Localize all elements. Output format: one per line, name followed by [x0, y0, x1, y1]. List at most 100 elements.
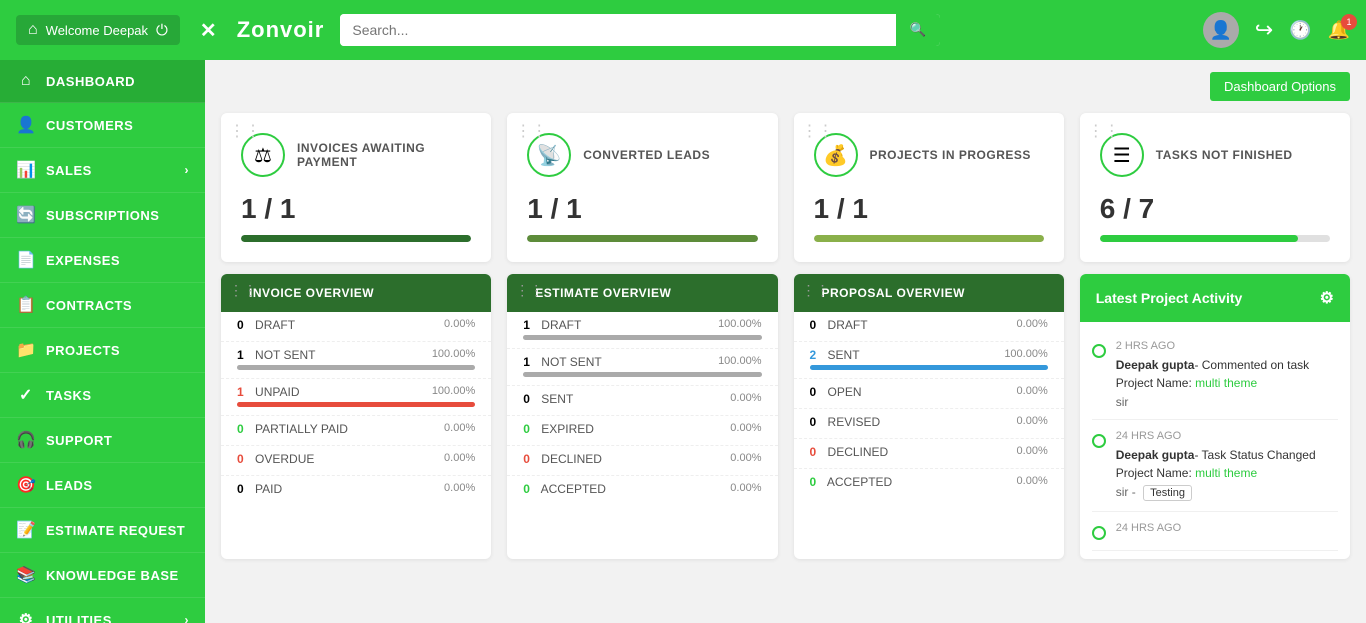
dashboard-options-button[interactable]: Dashboard Options: [1210, 72, 1350, 101]
sidebar-item-estimate[interactable]: 📝 ESTIMATE REQUEST: [0, 508, 205, 553]
clock-icon[interactable]: 🕐: [1289, 20, 1311, 41]
sidebar-label-expenses: EXPENSES: [46, 253, 120, 268]
invoice-overview-card: ⋮⋮ Invoice Overview 0 DRAFT 0.00% 1: [221, 274, 491, 559]
sidebar-label-sales: SALES: [46, 163, 92, 178]
top-navigation: ⌂ Welcome Deepak ⏻ ✕ Zonvoir 🔍 👤 ↪ 🕐 🔔 1: [0, 0, 1366, 60]
activity-settings-icon[interactable]: ⚙: [1320, 288, 1334, 308]
drag-handle-invoices[interactable]: ⋮⋮: [229, 121, 261, 141]
activity-item: 2 HRS AGO Deepak gupta- Commented on tas…: [1092, 330, 1338, 420]
dashboard-options-bar: Dashboard Options: [205, 60, 1366, 101]
knowledge-icon: 📚: [16, 565, 36, 585]
sidebar-item-customers[interactable]: 👤 CUSTOMERS: [0, 103, 205, 148]
projects-icon: 📁: [16, 340, 36, 360]
stat-card-invoices: ⋮⋮ ⚖ INVOICES AWAITING PAYMENT 1 / 1: [221, 113, 491, 262]
utilities-arrow-icon: ›: [185, 613, 190, 623]
sidebar-item-expenses[interactable]: 📄 EXPENSES: [0, 238, 205, 283]
sales-icon: 📊: [16, 160, 36, 180]
search-button[interactable]: 🔍: [896, 14, 941, 46]
overview-row-item: 0 ACCEPTED 0.00%: [507, 476, 777, 505]
tasks-bar: [1100, 235, 1330, 242]
sidebar-item-dashboard[interactable]: ⌂ DASHBOARD: [0, 60, 205, 103]
drag-handle-estimate[interactable]: ⋮⋮: [515, 282, 543, 299]
sidebar-label-projects: PROJECTS: [46, 343, 120, 358]
sidebar-item-knowledge[interactable]: 📚 KNOWLEDGE BASE: [0, 553, 205, 598]
drag-handle-invoice[interactable]: ⋮⋮: [229, 282, 257, 299]
sidebar-label-tasks: TASKS: [46, 388, 92, 403]
overview-row-item: 0 DECLINED 0.00%: [794, 439, 1064, 469]
drag-handle-proposal[interactable]: ⋮⋮: [802, 282, 830, 299]
overview-row-item: 1 NOT SENT 100.00%: [221, 342, 491, 379]
activity-content: 24 HRS AGO: [1116, 522, 1338, 540]
brand-name: Zonvoir: [237, 17, 325, 43]
sidebar-label-estimate: ESTIMATE REQUEST: [46, 523, 185, 538]
tasks-label: TASKS NOT FINISHED: [1156, 148, 1293, 162]
sidebar-label-utilities: UTILITIES: [46, 613, 112, 623]
search-icon: 🔍: [910, 22, 927, 37]
projects-bar: [814, 235, 1044, 242]
sales-arrow-icon: ›: [185, 163, 190, 177]
main-content: Dashboard Options ⋮⋮ ⚖ INVOICES AWAITING…: [205, 60, 1366, 623]
drag-handle-leads[interactable]: ⋮⋮: [515, 121, 547, 141]
overview-row-item: 0 SENT 0.00%: [507, 386, 777, 416]
close-icon[interactable]: ✕: [200, 18, 217, 43]
activity-time: 24 HRS AGO: [1116, 430, 1338, 442]
leads-value: 1 / 1: [527, 193, 757, 225]
sidebar-label-customers: CUSTOMERS: [46, 118, 133, 133]
activity-title: Latest Project Activity: [1096, 290, 1243, 306]
project-link[interactable]: multi theme: [1195, 466, 1257, 480]
sidebar-item-tasks[interactable]: ✓ TASKS: [0, 373, 205, 418]
sidebar-label-support: SUPPORT: [46, 433, 112, 448]
overview-row-item: 0 ACCEPTED 0.00%: [794, 469, 1064, 498]
activity-time: 2 HRS AGO: [1116, 340, 1338, 352]
sidebar-item-subscriptions[interactable]: 🔄 SUBSCRIPTIONS: [0, 193, 205, 238]
sidebar-label-contracts: CONTRACTS: [46, 298, 132, 313]
overview-row-item: 0 DECLINED 0.00%: [507, 446, 777, 476]
invoice-rows: 0 DRAFT 0.00% 1 NOT SENT 100.00%: [221, 312, 491, 505]
activity-list: 2 HRS AGO Deepak gupta- Commented on tas…: [1080, 322, 1350, 559]
project-link[interactable]: multi theme: [1195, 376, 1257, 390]
welcome-section[interactable]: ⌂ Welcome Deepak ⏻: [16, 15, 180, 45]
proposal-rows: 0 DRAFT 0.00% 2 SENT 100.00%: [794, 312, 1064, 498]
estimate-rows: 1 DRAFT 100.00% 1 NOT SENT 100.00%: [507, 312, 777, 505]
sidebar-item-projects[interactable]: 📁 PROJECTS: [0, 328, 205, 373]
contracts-icon: 📋: [16, 295, 36, 315]
search-input[interactable]: [340, 14, 895, 46]
sidebar-item-leads[interactable]: 🎯 LEADS: [0, 463, 205, 508]
expenses-icon: 📄: [16, 250, 36, 270]
projects-value: 1 / 1: [814, 193, 1044, 225]
overview-row-item: 0 EXPIRED 0.00%: [507, 416, 777, 446]
overview-row-item: 0 OVERDUE 0.00%: [221, 446, 491, 476]
sidebar-item-contracts[interactable]: 📋 CONTRACTS: [0, 283, 205, 328]
overview-row-item: 0 PARTIALLY PAID 0.00%: [221, 416, 491, 446]
tasks-icon: ✓: [16, 385, 36, 405]
search-bar: 🔍: [340, 14, 940, 46]
nav-icons: 👤 ↪ 🕐 🔔 1: [1203, 12, 1350, 48]
sidebar-item-utilities[interactable]: ⚙ UTILITIES ›: [0, 598, 205, 623]
sidebar-item-support[interactable]: 🎧 SUPPORT: [0, 418, 205, 463]
leads-icon: 🎯: [16, 475, 36, 495]
activity-content: 24 HRS AGO Deepak gupta- Task Status Cha…: [1116, 430, 1338, 501]
projects-label: PROJECTS IN PROGRESS: [870, 148, 1031, 162]
avatar[interactable]: 👤: [1203, 12, 1239, 48]
customers-icon: 👤: [16, 115, 36, 135]
home-icon: ⌂: [28, 21, 38, 39]
sidebar-item-sales[interactable]: 📊 SALES ›: [0, 148, 205, 193]
support-icon: 🎧: [16, 430, 36, 450]
welcome-label: Welcome Deepak: [46, 23, 148, 38]
drag-handle-tasks[interactable]: ⋮⋮: [1088, 121, 1120, 141]
power-icon[interactable]: ⏻: [156, 22, 168, 39]
overview-row-item: 0 REVISED 0.00%: [794, 409, 1064, 439]
leads-bar: [527, 235, 757, 242]
estimate-icon: 📝: [16, 520, 36, 540]
drag-handle-projects[interactable]: ⋮⋮: [802, 121, 834, 141]
overview-row-item: 1 DRAFT 100.00%: [507, 312, 777, 349]
activity-item: 24 HRS AGO Deepak gupta- Task Status Cha…: [1092, 420, 1338, 512]
share-icon[interactable]: ↪: [1255, 17, 1273, 43]
invoices-bar: [241, 235, 471, 242]
activity-time: 24 HRS AGO: [1116, 522, 1338, 534]
overview-row-item: 0 OPEN 0.00%: [794, 379, 1064, 409]
stat-card-tasks: ⋮⋮ ☰ TASKS NOT FINISHED 6 / 7: [1080, 113, 1350, 262]
stat-cards-grid: ⋮⋮ ⚖ INVOICES AWAITING PAYMENT 1 / 1 ⋮⋮ …: [205, 101, 1366, 274]
proposal-overview-header: Proposal Overview: [794, 274, 1064, 312]
notification-icon[interactable]: 🔔 1: [1328, 20, 1350, 41]
